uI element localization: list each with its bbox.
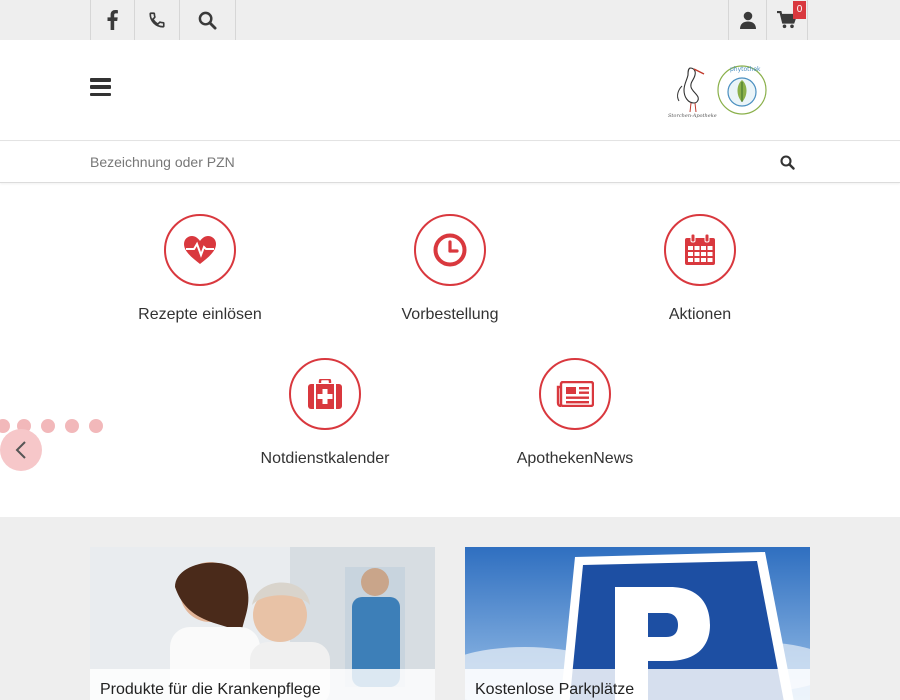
card-krankenpflege[interactable]: Produkte für die Krankenpflege [90, 547, 435, 700]
search-input[interactable] [90, 142, 770, 182]
cart-button[interactable]: 0 [767, 0, 808, 40]
calendar-icon [685, 234, 715, 265]
newspaper-icon [556, 381, 594, 407]
feature-cards-section: Produkte für die Krankenpflege Kostenlos… [0, 517, 900, 700]
heartbeat-icon [184, 236, 216, 264]
search-icon [198, 11, 217, 30]
top-bar: 0 [0, 0, 900, 40]
service-label: Notdienstkalender [260, 450, 390, 467]
facebook-icon [107, 10, 118, 30]
search-submit-button[interactable] [777, 152, 797, 172]
card-caption: Produkte für die Krankenpflege [90, 669, 435, 700]
service-apothekennews[interactable]: ApothekenNews [475, 358, 675, 468]
slider-dot[interactable] [41, 419, 55, 433]
service-icon-circle [664, 214, 736, 286]
logo-badge-text: phytothek [730, 66, 761, 73]
account-button[interactable] [728, 0, 767, 40]
service-label: ApothekenNews [516, 450, 634, 467]
slider-dot[interactable] [0, 419, 10, 433]
service-icon-circle [164, 214, 236, 286]
phone-icon [149, 12, 165, 28]
slider-dot[interactable] [65, 419, 79, 433]
service-vorbestellung[interactable]: Vorbestellung [350, 214, 550, 324]
pharmacy-logo[interactable]: Storchen-Apotheke phytothek [668, 62, 770, 120]
service-notdienstkalender[interactable]: Notdienstkalender [225, 358, 425, 468]
chevron-left-icon [15, 441, 26, 459]
cart-count-badge: 0 [793, 1, 806, 19]
medkit-icon [308, 379, 342, 409]
service-aktionen[interactable]: Aktionen [600, 214, 800, 324]
service-label: Vorbestellung [401, 306, 499, 323]
search-icon [779, 154, 795, 170]
user-icon [739, 11, 756, 29]
service-icon-circle [539, 358, 611, 430]
product-search-bar [0, 142, 900, 183]
phone-button[interactable] [135, 0, 180, 40]
service-icon-circle [289, 358, 361, 430]
clock-icon [433, 233, 467, 267]
service-icon-circle [414, 214, 486, 286]
service-rezepte-einloesen[interactable]: Rezepte einlösen [100, 214, 300, 324]
site-header: Storchen-Apotheke phytothek [0, 40, 900, 141]
card-parkplaetze[interactable]: Kostenlose Parkplätze [465, 547, 810, 700]
facebook-button[interactable] [90, 0, 135, 40]
slider-dot[interactable] [89, 419, 103, 433]
service-label: Rezepte einlösen [138, 306, 262, 323]
hamburger-menu-icon[interactable] [90, 78, 111, 96]
logo-caption: Storchen-Apotheke [668, 113, 717, 119]
slider-prev-button[interactable] [0, 429, 42, 471]
topbar-search-button[interactable] [180, 0, 236, 40]
card-caption: Kostenlose Parkplätze [465, 669, 810, 700]
service-label: Aktionen [668, 306, 732, 323]
stork-logo-icon [677, 67, 705, 112]
